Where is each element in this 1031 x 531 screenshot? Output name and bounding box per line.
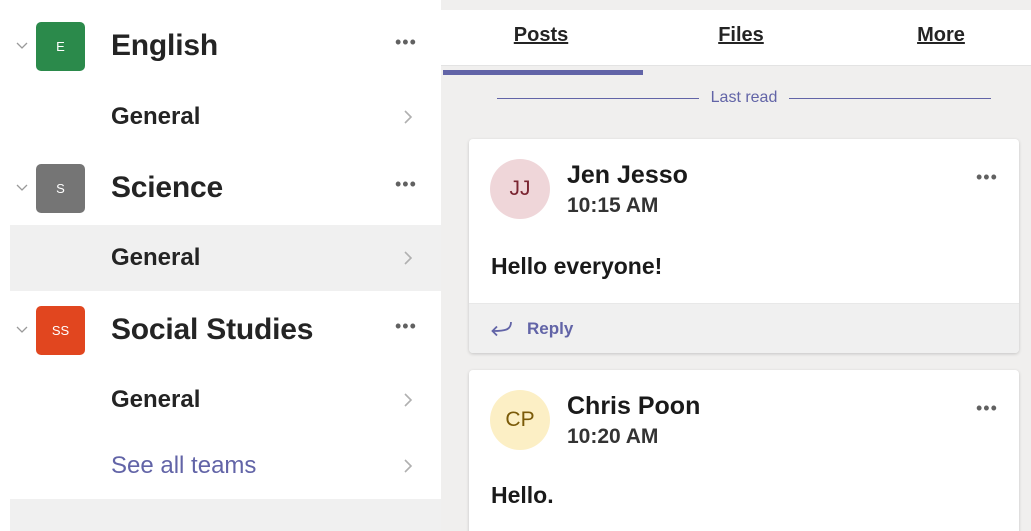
- more-options-icon[interactable]: •••: [395, 295, 417, 365]
- chevron-right-icon: [403, 433, 417, 499]
- chevron-right-icon: [403, 84, 417, 150]
- chevron-down-icon[interactable]: [14, 295, 30, 365]
- chevron-right-icon: [403, 225, 417, 291]
- team-avatar: E: [36, 22, 85, 71]
- post-card: CP Chris Poon 10:20 AM ••• Hello.: [469, 370, 1019, 531]
- post-author[interactable]: Jen Jesso: [567, 161, 688, 190]
- avatar[interactable]: CP: [490, 390, 550, 450]
- post-timestamp: 10:15 AM: [567, 194, 659, 217]
- team-row-english[interactable]: E English •••: [10, 11, 441, 81]
- active-tab-indicator: [443, 70, 643, 75]
- reply-button[interactable]: Reply: [469, 303, 1019, 353]
- channel-name: General: [111, 103, 201, 130]
- last-read-label: Last read: [497, 86, 991, 110]
- chevron-right-icon: [403, 367, 417, 433]
- team-row-science[interactable]: S Science •••: [10, 153, 441, 223]
- channel-tabs: Posts Files More: [441, 10, 1031, 75]
- see-all-teams-link[interactable]: See all teams: [10, 433, 441, 499]
- channel-row-social-studies-general[interactable]: General: [10, 367, 441, 433]
- chevron-down-icon[interactable]: [14, 11, 30, 81]
- sidebar-footer: [10, 499, 441, 531]
- team-avatar: S: [36, 164, 85, 213]
- channel-main-pane: Posts Files More Last read JJ Jen Jesso …: [441, 0, 1031, 531]
- team-avatar: SS: [36, 306, 85, 355]
- channel-name: General: [111, 386, 201, 413]
- avatar[interactable]: JJ: [490, 159, 550, 219]
- channel-name: General: [111, 244, 201, 271]
- more-options-icon[interactable]: •••: [976, 167, 998, 188]
- team-name: English: [111, 29, 218, 62]
- tab-posts[interactable]: Posts: [441, 10, 641, 66]
- team-name: Social Studies: [111, 313, 314, 346]
- channel-row-english-general[interactable]: General: [10, 84, 441, 150]
- more-options-icon[interactable]: •••: [395, 153, 417, 223]
- team-row-social-studies[interactable]: SS Social Studies •••: [10, 295, 441, 365]
- more-options-icon[interactable]: •••: [976, 398, 998, 419]
- last-read-divider: Last read: [497, 86, 991, 110]
- post-body: Hello.: [491, 482, 554, 508]
- teams-sidebar: E English ••• General S Science ••• Gene…: [0, 0, 441, 531]
- post-author[interactable]: Chris Poon: [567, 392, 700, 421]
- see-all-teams-label: See all teams: [111, 452, 257, 479]
- tab-more[interactable]: More: [841, 10, 1031, 66]
- channel-row-science-general[interactable]: General: [10, 225, 441, 291]
- more-options-icon[interactable]: •••: [395, 11, 417, 81]
- chevron-down-icon[interactable]: [14, 153, 30, 223]
- post-card: JJ Jen Jesso 10:15 AM ••• Hello everyone…: [469, 139, 1019, 353]
- reply-label: Reply: [527, 319, 574, 338]
- tab-files[interactable]: Files: [641, 10, 841, 66]
- post-timestamp: 10:20 AM: [567, 425, 659, 448]
- post-body: Hello everyone!: [491, 253, 663, 279]
- team-name: Science: [111, 171, 224, 204]
- reply-icon: [489, 318, 513, 338]
